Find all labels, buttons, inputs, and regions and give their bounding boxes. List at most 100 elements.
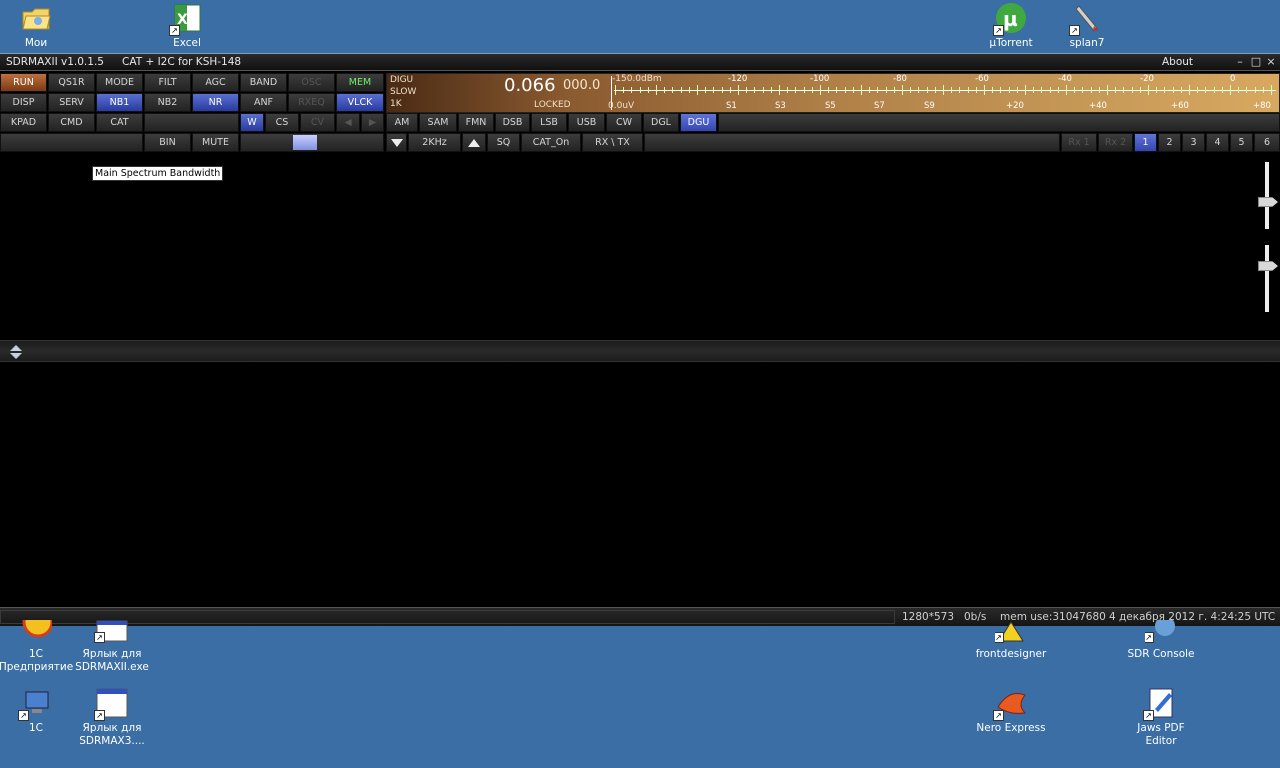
osc-button[interactable]: OSC [288, 73, 335, 92]
cmd-button[interactable]: CMD [48, 113, 95, 132]
left-arrow-button[interactable]: ◀ [336, 113, 360, 132]
desktop-icon-my-documents[interactable]: Мои [0, 2, 76, 50]
qs1r-button[interactable]: QS1R [48, 73, 95, 92]
w-button[interactable]: W [240, 113, 264, 132]
nb2-button[interactable]: NB2 [144, 93, 191, 112]
mem-button[interactable]: MEM [336, 73, 384, 92]
rx-tx-button[interactable]: RX \ TX [582, 133, 643, 152]
mode-fmn-button[interactable]: FMN [458, 113, 494, 132]
bandwidth-up-button[interactable] [462, 133, 486, 152]
s-tick-label: S3 [775, 101, 786, 111]
meter-tick [738, 85, 739, 95]
mode-dgl-button[interactable]: DGL [643, 113, 679, 132]
mode-sam-button[interactable]: SAM [419, 113, 457, 132]
bin-button[interactable]: BIN [144, 133, 191, 152]
spectrum-display[interactable] [0, 153, 1280, 340]
meter-mode: DIGU [390, 75, 414, 85]
channel-1-button[interactable]: 1 [1134, 133, 1157, 152]
meter-tick [1041, 87, 1043, 93]
meter-tick [1139, 87, 1141, 93]
anf-button[interactable]: ANF [240, 93, 287, 112]
minimize-button[interactable]: – [1234, 56, 1246, 68]
desktop-icon-frontdesigner[interactable]: ↗ frontdesigner [971, 620, 1051, 661]
dbm-tick-label: -40 [1058, 74, 1072, 84]
meter-tick [852, 87, 854, 93]
cat-on-button[interactable]: CAT_On [521, 133, 581, 152]
desktop-icon-jaws-pdf-editor[interactable]: ↗ Jaws PDF Editor [1121, 687, 1201, 748]
shortcut-arrow-icon: ↗ [18, 710, 29, 721]
dbm-tick-label: -60 [975, 74, 989, 84]
channel-6-button[interactable]: 6 [1254, 133, 1280, 152]
waterfall-display[interactable] [0, 362, 1280, 607]
cv-button[interactable]: CV [300, 113, 335, 132]
spectrum-level-slider-track[interactable] [1265, 162, 1269, 229]
channel-5-button[interactable]: 5 [1230, 133, 1253, 152]
desktop-icon-sdr-console[interactable]: ↗ SDR Console [1121, 620, 1201, 661]
band-button[interactable]: BAND [240, 73, 287, 92]
triangle-up-icon [468, 139, 480, 147]
mode-usb-button[interactable]: USB [568, 113, 605, 132]
channel-4-button[interactable]: 4 [1206, 133, 1229, 152]
s-tick-label: +80 [1253, 101, 1271, 111]
vlck-button[interactable]: VLCK [336, 93, 384, 112]
pane-splitter[interactable] [0, 340, 1280, 362]
disp-button[interactable]: DISP [0, 93, 47, 112]
serv-button[interactable]: SERV [48, 93, 95, 112]
close-button[interactable]: × [1265, 56, 1277, 68]
agc-button[interactable]: AGC [192, 73, 239, 92]
mode-am-button[interactable]: AM [386, 113, 418, 132]
run-button[interactable]: RUN [0, 73, 47, 92]
shortcut-arrow-icon: ↗ [94, 710, 105, 721]
mode-dgu-button[interactable]: DGU [680, 113, 717, 132]
cs-button[interactable]: CS [265, 113, 299, 132]
splitter-updown-icon[interactable] [8, 344, 24, 360]
nb1-button[interactable]: NB1 [96, 93, 143, 112]
bandwidth-down-button[interactable] [386, 133, 407, 152]
maximize-button[interactable]: □ [1250, 56, 1262, 68]
meter-tick [811, 87, 813, 93]
desktop-icon-1c-enterprise[interactable]: 1С Предприятие [0, 620, 76, 674]
desktop-icon-sdrmax3-shortcut[interactable]: ↗ Ярлык для SDRMAX3.... [72, 687, 152, 748]
mode-button[interactable]: MODE [96, 73, 143, 92]
volume-slider[interactable] [240, 133, 384, 152]
meter-tick [721, 87, 723, 93]
meter-tick [803, 87, 805, 93]
title-bar[interactable]: SDRMAXII v1.0.1.5 CAT + I2C for KSH-148 … [0, 54, 1280, 71]
meter-tick [910, 87, 912, 93]
nr-button[interactable]: NR [192, 93, 239, 112]
right-arrow-button[interactable]: ▶ [361, 113, 384, 132]
mode-lsb-button[interactable]: LSB [531, 113, 567, 132]
rxeq-button[interactable]: RXEQ [288, 93, 335, 112]
rx2-button[interactable]: Rx 2 [1098, 133, 1133, 152]
channel-3-button[interactable]: 3 [1182, 133, 1205, 152]
meter-tick [1049, 87, 1051, 93]
meter-tick [672, 87, 674, 93]
meter-tick [828, 87, 830, 93]
mode-cw-button[interactable]: CW [606, 113, 642, 132]
about-menu[interactable]: About [1162, 56, 1193, 68]
desktop-icon-sdrmaxii-shortcut[interactable]: ↗ Ярлык для SDRMAXII.exe [72, 620, 152, 674]
frequency-display[interactable]: 0.066 [504, 75, 556, 96]
kpad-button[interactable]: KPAD [0, 113, 47, 132]
filt-button[interactable]: FILT [144, 73, 191, 92]
volume-slider-thumb[interactable] [293, 135, 317, 150]
channel-2-button[interactable]: 2 [1158, 133, 1181, 152]
mute-button[interactable]: MUTE [192, 133, 239, 152]
mode-dsb-button[interactable]: DSB [495, 113, 530, 132]
desktop-icon-excel[interactable]: X ↗ Excel [147, 2, 227, 50]
s-tick-label: S7 [874, 101, 885, 111]
meter-tick [1197, 87, 1199, 93]
rx1-button[interactable]: Rx 1 [1061, 133, 1097, 152]
excel-icon: X ↗ [169, 2, 203, 36]
desktop-icon-nero-express[interactable]: ↗ Nero Express [971, 687, 1051, 735]
desktop-icon-label: Nero Express [976, 722, 1046, 734]
desktop-icon-splan7[interactable]: ↗ splan7 [1047, 2, 1127, 50]
meter-tick [647, 87, 649, 93]
desktop-icon-1c[interactable]: ↗ 1С [0, 687, 76, 735]
meter-tick [1246, 87, 1248, 93]
squelch-button[interactable]: SQ [487, 133, 520, 152]
cat-button[interactable]: CAT [96, 113, 143, 132]
desktop-icon-utorrent[interactable]: µ ↗ µTorrent [971, 2, 1051, 50]
spectrum-range-slider-track[interactable] [1265, 245, 1269, 312]
meter-tick [1205, 87, 1207, 93]
